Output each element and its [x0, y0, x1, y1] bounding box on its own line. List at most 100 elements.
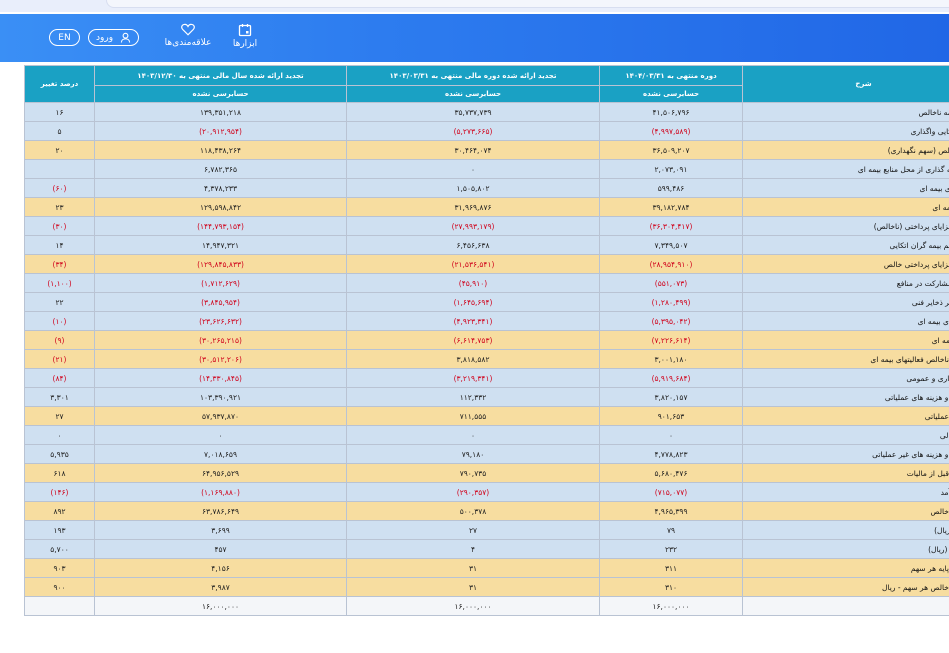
pct-cell: (۱۰): [24, 311, 95, 331]
browser-top-strip: [0, 0, 949, 12]
description-cell: ر عملیاتی (ریال): [742, 539, 949, 559]
prev-period-cell: (۲۷,۹۹۳,۱۷۹): [346, 216, 600, 236]
table-row: (۳۴) (۱۲۹,۸۴۵,۸۳۳) (۲۱,۵۳۶,۵۴۱) (۲۸,۹۵۴,۹۱۰…: [24, 254, 949, 274]
fiscal-year-cell: (۲۳,۶۲۶,۶۳۲): [94, 311, 347, 331]
fiscal-year-cell: ۴۵۷: [94, 539, 347, 559]
table-row: (۱۰)(۲۳,۶۲۶,۶۳۲)(۴,۹۲۳,۳۴۱)(۵,۳۹۵,۰۴۲)ر …: [24, 311, 949, 331]
pct-cell: ۲۲: [24, 292, 95, 312]
description-cell: ر هزینه های بیمه ای: [742, 311, 949, 331]
pct-cell: ۵: [24, 121, 95, 141]
table-row: (۳۰) (۱۴۴,۷۹۳,۱۵۴) (۲۷,۹۹۳,۱۷۹) (۳۶,۳۰۴,۴۱۷…: [24, 216, 949, 236]
favorites-label: علاقه‌مندی‌ها: [164, 38, 212, 48]
current-period-cell: (۷,۲۲۶,۶۱۴): [599, 330, 743, 350]
pct-cell: ۵,۹۳۵: [24, 444, 95, 464]
current-period-cell: ۳۱۰: [599, 577, 743, 597]
table-row: ۶,۷۸۲,۳۶۵۰۲,۰۷۳,۰۹۱مد سرمایه گذاری از مح…: [24, 159, 949, 179]
fiscal-year-cell: ۱۱۸,۴۳۸,۲۶۴: [94, 140, 347, 160]
table-row: ۲۳۱۲۹,۵۹۸,۸۴۲۳۱,۹۶۹,۸۷۶۳۹,۱۸۲,۷۸۴آمدهای …: [24, 197, 949, 217]
prev-period-cell: ۱۱۲,۳۳۲: [346, 387, 600, 407]
pct-cell: ۵,۷۰۰: [24, 539, 95, 559]
fiscal-year-cell: ۵۷,۹۳۷,۸۷۰: [94, 406, 347, 426]
pct-cell: ۲۷: [24, 406, 95, 426]
current-period-cell: ۷۹: [599, 520, 743, 540]
header-fiscal-year: تجدید ارائه شده سال مالی منتهی به ۱۴۰۳/۱…: [94, 65, 347, 86]
table-row: (۲۱)(۳۰,۵۱۲,۲۰۶)۳,۸۱۸,۵۸۲۳,۰۰۱,۱۸۰ود (زی…: [24, 349, 949, 369]
table-row: ۱۴۱۴,۹۴۷,۳۲۱۶,۴۵۶,۶۳۸۷,۳۴۹,۵۰۷سارت سهم ب…: [24, 235, 949, 255]
description-cell: سارت و مزایای پرداختی خالص: [742, 254, 949, 274]
pct-cell: (۳۴): [24, 254, 95, 274]
fiscal-year-cell: (۳,۸۴۵,۹۵۴): [94, 292, 347, 312]
current-period-cell: (۷۱۵,۰۷۷): [599, 482, 743, 502]
current-period-cell: ۲,۰۷۳,۰۹۱: [599, 159, 743, 179]
prev-period-cell: ۳۱: [346, 558, 600, 578]
heart-icon: [181, 23, 195, 36]
tools-menu[interactable]: ابزارها: [228, 23, 262, 49]
description-cell: سارت و مزایای پرداختی (ناخالص): [742, 216, 949, 236]
header-current-period: دوره منتهی به ۱۴۰۴/۰۳/۳۱: [599, 65, 743, 86]
current-period-cell: ۷,۳۴۹,۵۰۷: [599, 235, 743, 255]
description-cell: ود (زیان) خالص هر سهم - ریال: [742, 577, 949, 597]
current-period-cell: ۳,۸۲۰,۱۵۷: [599, 387, 743, 407]
table-row: ۱۶,۰۰۰,۰۰۰۱۶,۰۰۰,۰۰۰۱۶,۰۰۰,۰۰۰مایه: [24, 596, 949, 616]
fiscal-year-cell: (۱,۷۱۲,۶۲۹): [94, 273, 347, 293]
description-cell: ینه های مالی: [742, 425, 949, 445]
prev-period-cell: ۰: [346, 425, 600, 445]
fiscal-year-cell: (۱۲۹,۸۴۵,۸۳۳): [94, 254, 347, 274]
current-period-cell: ۵,۶۸۰,۴۷۶: [599, 463, 743, 483]
description-cell: بیرات سایر ذخایر فنی: [742, 292, 949, 312]
description-cell: سارت سهم بیمه گران اتکایی: [742, 235, 949, 255]
subheader-current-period: حسابرسی نشده: [599, 85, 743, 103]
table-row: (۶۰)۴,۳۷۸,۲۳۳۱,۵۰۵,۸۰۲۵۹۹,۴۸۶ر درآمدهای …: [24, 178, 949, 198]
subheader-fiscal-year: حسابرسی نشده: [94, 85, 347, 103]
description-cell: ر درآمدهای بیمه ای: [742, 178, 949, 198]
fiscal-year-cell: (۱۴۴,۷۹۳,۱۵۴): [94, 216, 347, 236]
prev-period-cell: (۴,۹۲۳,۳۴۱): [346, 311, 600, 331]
current-period-cell: (۵,۳۹۵,۰۴۲): [599, 311, 743, 331]
pct-cell: (۲۱): [24, 349, 95, 369]
table-row: (۱,۱۰۰)(۱,۷۱۲,۶۲۹)(۴۵,۹۱۰)(۵۵۱,۰۷۳)ینه س…: [24, 273, 949, 293]
prev-period-cell: ۳۰,۴۶۴,۰۷۴: [346, 140, 600, 160]
current-period-cell: ۳,۰۰۱,۱۸۰: [599, 349, 743, 369]
pct-cell: (۸۴): [24, 368, 95, 388]
table-row: ۰۰۰۰ینه های مالی: [24, 425, 949, 445]
current-period-cell: (۵۵۱,۰۷۳): [599, 273, 743, 293]
current-period-cell: ۳۹,۱۸۲,۷۸۴: [599, 197, 743, 217]
current-period-cell: ۲۳۲: [599, 539, 743, 559]
pct-cell: ۰: [24, 425, 95, 445]
prev-period-cell: (۵,۲۷۳,۶۶۵): [346, 121, 600, 141]
pct-cell: ۲۰: [24, 140, 95, 160]
table-row: ۶۱۸۶۴,۹۵۶,۵۲۹۷۹۰,۷۳۵۵,۶۸۰,۴۷۶ود (زیان) ق…: [24, 463, 949, 483]
fiscal-year-cell: ۰: [94, 425, 347, 445]
fiscal-year-cell: ۳,۹۸۷: [94, 577, 347, 597]
current-period-cell: (۵,۹۱۹,۶۸۴): [599, 368, 743, 388]
site-header: EN ورود علاقه‌مندی‌ها ابزارها: [0, 14, 949, 62]
favorites-menu[interactable]: علاقه‌مندی‌ها: [160, 23, 216, 48]
table-row: ۱۹۳۳,۶۹۹۲۷۷۹عملیاتی (ریال): [24, 520, 949, 540]
financial-table-container: درصد تغییر تجدید ارائه شده سال مالی منته…: [24, 65, 949, 653]
current-period-cell: (۱,۲۸۰,۴۹۹): [599, 292, 743, 312]
fiscal-year-cell: ۱۲۹,۵۹۸,۸۴۲: [94, 197, 347, 217]
table-row: ۱۶۱۳۹,۳۵۱,۲۱۸۳۵,۷۳۷,۷۳۹۴۱,۵۰۶,۷۹۶مد حق ب…: [24, 102, 949, 122]
pct-cell: (۹): [24, 330, 95, 350]
pct-cell: ۹۰۳: [24, 558, 95, 578]
description-cell: آمدهای بیمه ای: [742, 197, 949, 217]
header-description: شرح: [742, 65, 949, 103]
description-cell: یات بر درآمد: [742, 482, 949, 502]
description-cell: ود (زیان) عملیاتی: [742, 406, 949, 426]
table-row: ۹۰۳۴,۱۵۶۳۱۳۱۱ود (زیان) پایه هر سهم: [24, 558, 949, 578]
calendar-icon: [238, 24, 252, 37]
header-prev-period: تجدید ارائه شده دوره مالی منتهی به ۱۴۰۳/…: [346, 65, 600, 86]
description-cell: مایه: [742, 596, 949, 616]
language-button[interactable]: EN: [49, 29, 80, 46]
table-row: (۸۴)(۱۴,۳۳۰,۸۴۵)(۳,۲۱۹,۳۴۱)(۵,۹۱۹,۶۸۴)ین…: [24, 368, 949, 388]
login-button[interactable]: ورود: [88, 29, 139, 46]
prev-period-cell: ۵۰۰,۳۷۸: [346, 501, 600, 521]
pct-cell: [24, 596, 95, 616]
prev-period-cell: (۲۱,۵۳۶,۵۴۱): [346, 254, 600, 274]
prev-period-cell: ۳۵,۷۳۷,۷۳۹: [346, 102, 600, 122]
description-cell: عملیاتی (ریال): [742, 520, 949, 540]
pct-cell: ۱۴: [24, 235, 95, 255]
table-row: ۵,۷۰۰۴۵۷۴۲۳۲ر عملیاتی (ریال): [24, 539, 949, 559]
pct-cell: ۱۹۳: [24, 520, 95, 540]
prev-period-cell: ۶,۴۵۶,۶۳۸: [346, 235, 600, 255]
